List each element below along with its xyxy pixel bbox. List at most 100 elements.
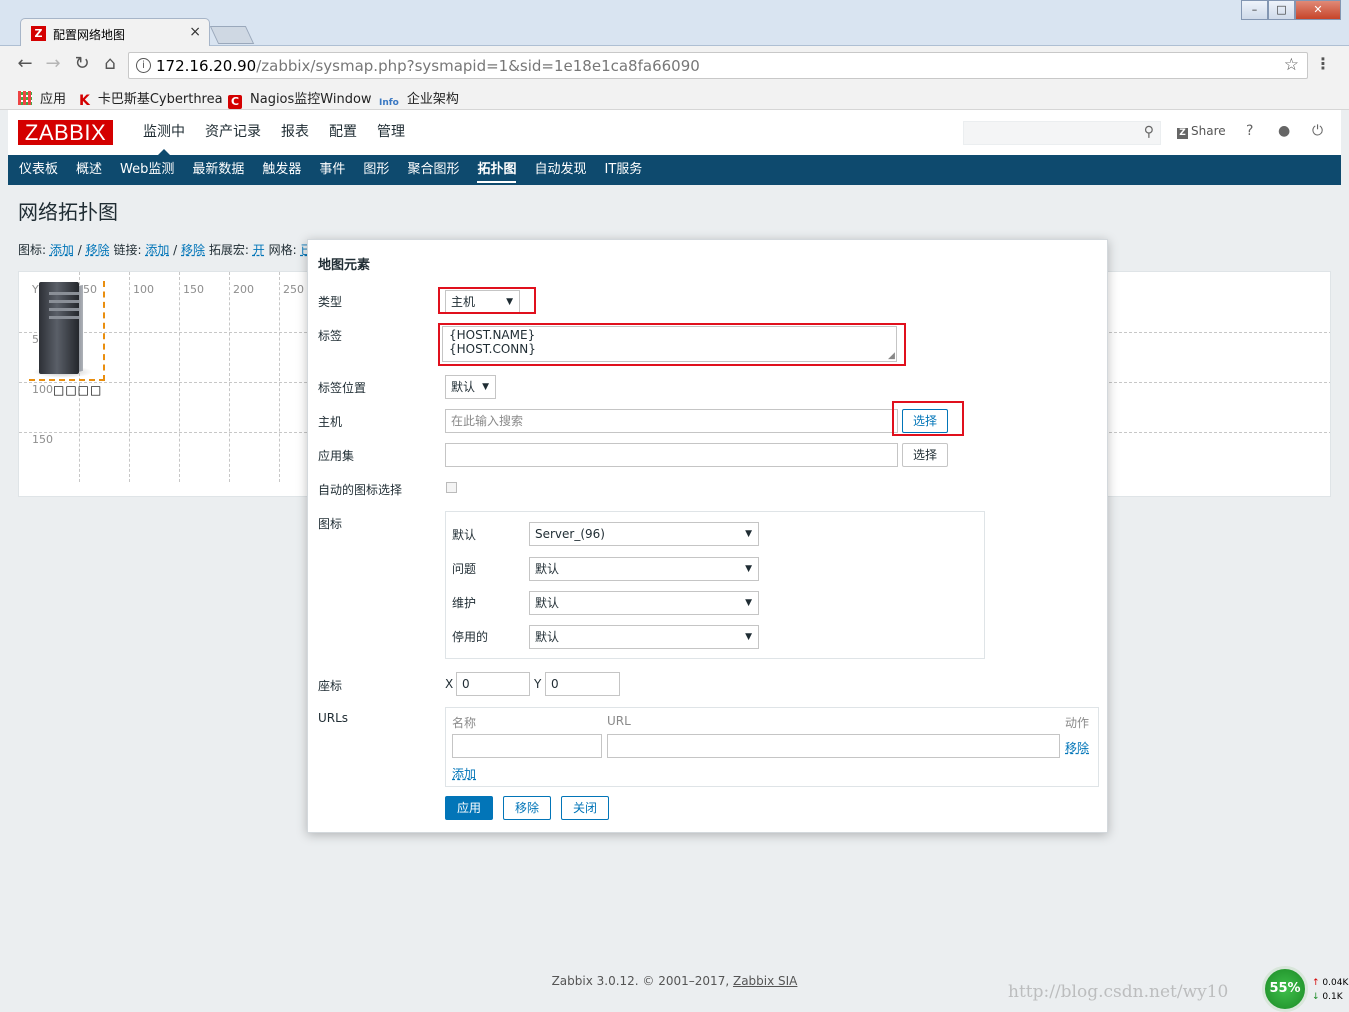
- logout-icon[interactable]: ⏻: [1312, 123, 1323, 139]
- info-icon[interactable]: i: [136, 58, 151, 73]
- url-url-header: URL: [607, 714, 631, 728]
- user-profile-icon[interactable]: ●: [1278, 123, 1290, 139]
- minimize-icon[interactable]: –: [1241, 0, 1268, 20]
- top-menu-configuration[interactable]: 配置: [319, 110, 367, 155]
- watermark: http://blog.csdn.net/wy10: [1008, 982, 1229, 1002]
- x-coordinate-input[interactable]: 0: [456, 672, 530, 696]
- browser-titlebar: Z 配置网络地图 × – □ ✕: [0, 0, 1349, 46]
- grid-label: 网格:: [268, 243, 297, 257]
- server-icon[interactable]: [33, 282, 93, 378]
- close-button[interactable]: 关闭: [561, 796, 609, 820]
- icon-default-select[interactable]: Server_(96) ▼: [529, 522, 759, 546]
- chevron-down-icon: ▼: [745, 564, 752, 574]
- dialog-title: 地图元素: [318, 258, 371, 273]
- grid-label-y: 100: [32, 383, 53, 396]
- separator: /: [173, 243, 178, 257]
- global-search-input[interactable]: ⚲: [963, 121, 1161, 145]
- y-label: Y: [534, 677, 542, 691]
- submenu-graphs[interactable]: 图形: [354, 155, 398, 185]
- url-name-header: 名称: [452, 716, 477, 730]
- submenu-overview[interactable]: 概述: [67, 155, 111, 185]
- host-search-input[interactable]: 在此输入搜索: [445, 409, 898, 433]
- maximize-icon[interactable]: □: [1268, 0, 1295, 20]
- tab-close-icon[interactable]: ×: [189, 24, 201, 40]
- chevron-down-icon: ▼: [745, 598, 752, 608]
- label-location-value: 默认: [451, 380, 476, 394]
- bookmark-enterprise[interactable]: Info 企业架构: [379, 88, 459, 112]
- url-add-link[interactable]: 添加: [452, 765, 476, 782]
- icon-add-link[interactable]: 添加: [50, 243, 74, 257]
- expand-macros-toggle[interactable]: 开: [253, 243, 265, 257]
- top-menu-reports[interactable]: 报表: [271, 110, 319, 155]
- submenu-it-services[interactable]: IT服务: [595, 155, 651, 185]
- icon-problem-select[interactable]: 默认 ▼: [529, 557, 759, 581]
- back-arrow-icon[interactable]: ←: [14, 54, 36, 76]
- nagios-icon: C: [228, 95, 242, 109]
- auto-icon-checkbox[interactable]: [446, 482, 457, 493]
- share-link[interactable]: Z Share: [1177, 124, 1226, 139]
- link-add-link[interactable]: 添加: [145, 243, 169, 257]
- submenu-triggers[interactable]: 触发器: [253, 155, 310, 185]
- icon-maintenance-label: 维护: [452, 596, 477, 610]
- icon-maintenance-select[interactable]: 默认 ▼: [529, 591, 759, 615]
- bookmark-star-icon[interactable]: ☆: [1284, 55, 1299, 75]
- icon-default-value: Server_(96): [535, 527, 605, 541]
- chevron-down-icon: ▼: [745, 529, 752, 539]
- url-remove-link[interactable]: 移除: [1065, 739, 1089, 756]
- bookmark-nagios[interactable]: C Nagios监控Window: [228, 88, 372, 109]
- submenu-web[interactable]: Web监测: [111, 155, 183, 185]
- top-menu-administration[interactable]: 管理: [367, 110, 415, 155]
- icon-remove-link[interactable]: 移除: [86, 243, 110, 257]
- top-menu-monitoring[interactable]: 监测中: [133, 110, 195, 155]
- expand-macros-label: 拓展宏:: [208, 243, 249, 257]
- address-bar[interactable]: i 172.16.20.90/zabbix/sysmap.php?sysmapi…: [128, 52, 1308, 79]
- remove-button[interactable]: 移除: [503, 796, 551, 820]
- browser-menu-icon[interactable]: ⋮: [1315, 54, 1331, 73]
- application-label: 应用集: [318, 449, 355, 463]
- application-select-button[interactable]: 选择: [902, 443, 948, 467]
- icon-disabled-label: 停用的: [452, 630, 489, 644]
- new-tab-button[interactable]: [209, 26, 255, 44]
- submenu-events[interactable]: 事件: [310, 155, 354, 185]
- zabbix-logo[interactable]: ZABBIX: [18, 120, 113, 145]
- url-name-input[interactable]: [452, 734, 602, 758]
- icon-disabled-select[interactable]: 默认 ▼: [529, 625, 759, 649]
- submenu-discovery[interactable]: 自动发现: [525, 155, 595, 185]
- auto-icon-label: 自动的图标选择: [318, 483, 403, 497]
- download-arrow-icon: ↓: [1312, 992, 1320, 1002]
- search-icon[interactable]: ⚲: [1144, 124, 1154, 140]
- help-icon[interactable]: ?: [1246, 123, 1253, 139]
- window-controls: – □ ✕: [1241, 0, 1341, 20]
- performance-gauge[interactable]: 55%: [1262, 966, 1308, 1012]
- reload-icon[interactable]: ↻: [71, 54, 93, 76]
- grid-line: [129, 272, 130, 482]
- share-label: Share: [1191, 124, 1226, 138]
- bookmark-label: 应用: [40, 92, 67, 107]
- apply-button[interactable]: 应用: [445, 796, 493, 820]
- grid-label-x: 200: [233, 283, 254, 296]
- submenu-latest-data[interactable]: 最新数据: [183, 155, 253, 185]
- submenu-dashboard[interactable]: 仪表板: [10, 155, 67, 185]
- browser-tab[interactable]: Z 配置网络地图 ×: [20, 18, 210, 46]
- home-icon[interactable]: ⌂: [99, 54, 121, 76]
- grid-label-y: 150: [32, 433, 53, 446]
- bookmark-apps[interactable]: 应用: [18, 88, 66, 107]
- window-close-icon[interactable]: ✕: [1295, 0, 1341, 20]
- label-location-select[interactable]: 默认 ▼: [445, 375, 496, 399]
- browser-toolbar: ← → ↻ ⌂ i 172.16.20.90/zabbix/sysmap.php…: [0, 46, 1349, 84]
- x-label: X: [445, 677, 454, 691]
- link-remove-link[interactable]: 移除: [181, 243, 205, 257]
- bookmark-kaspersky[interactable]: K 卡巴斯基Cyberthrea: [79, 88, 223, 109]
- application-input[interactable]: [445, 443, 898, 467]
- icons-label: 图标: [318, 517, 343, 531]
- footer-zabbix-link[interactable]: Zabbix SIA: [733, 974, 797, 988]
- y-coordinate-input[interactable]: 0: [545, 672, 620, 696]
- top-menu-inventory[interactable]: 资产记录: [195, 110, 271, 155]
- host-placeholder: 在此输入搜索: [451, 414, 524, 428]
- forward-arrow-icon[interactable]: →: [42, 54, 64, 76]
- submenu-maps[interactable]: 拓扑图: [468, 155, 525, 185]
- download-speed: 0.1K: [1322, 992, 1343, 1002]
- submenu-screens[interactable]: 聚合图形: [398, 155, 468, 185]
- url-input[interactable]: [607, 734, 1060, 758]
- host-label: 主机: [318, 415, 343, 429]
